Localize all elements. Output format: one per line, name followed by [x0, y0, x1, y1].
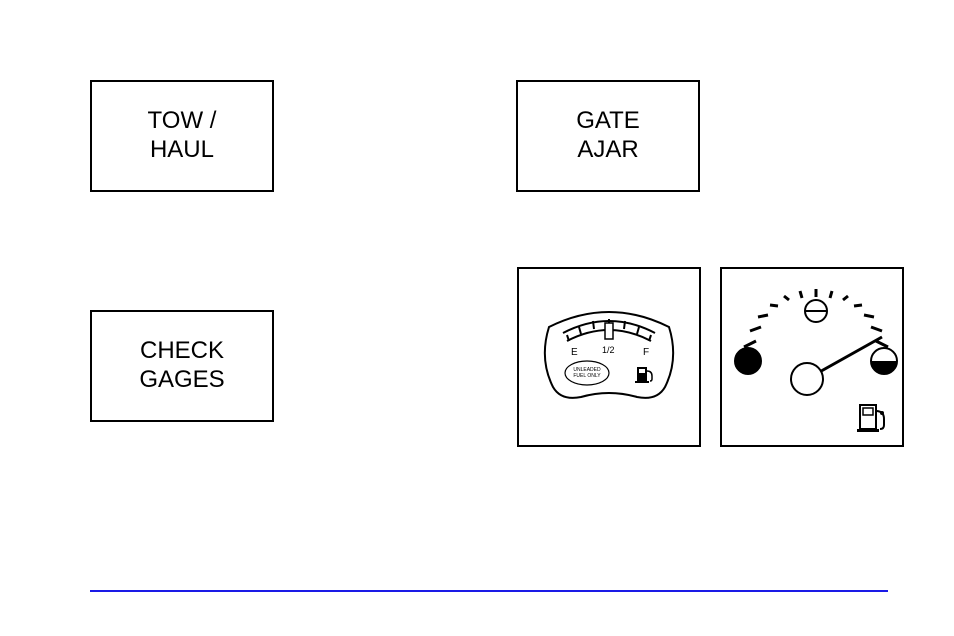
check-gages-line1: CHECK [140, 337, 224, 364]
fuel-half-label: 1/2 [602, 345, 615, 355]
tow-haul-text: TOW / HAUL [148, 107, 217, 165]
gate-ajar-line1: GATE [576, 107, 640, 134]
check-gages-line2: GAGES [139, 366, 224, 393]
empty-marker-icon [735, 348, 761, 374]
check-gages-indicator: CHECK GAGES [90, 310, 274, 422]
half-marker-icon [805, 300, 827, 322]
fuel-text-line2: FUEL ONLY [573, 373, 601, 379]
fuel-gauge-small-svg: E 1/2 F UNLEADED FUEL ONLY [519, 269, 699, 445]
tow-haul-line2: HAUL [150, 136, 214, 163]
check-gages-text: CHECK GAGES [139, 337, 224, 395]
gate-ajar-line2: AJAR [577, 136, 638, 163]
gate-ajar-text: GATE AJAR [576, 107, 640, 165]
tow-haul-indicator: TOW / HAUL [90, 80, 274, 192]
fuel-full-label: F [643, 347, 649, 358]
fuel-empty-label: E [571, 347, 578, 358]
fuel-gauge-small: E 1/2 F UNLEADED FUEL ONLY [517, 267, 701, 447]
full-marker-icon [871, 348, 897, 374]
gate-ajar-indicator: GATE AJAR [516, 80, 700, 192]
fuel-gauge-large [720, 267, 904, 447]
tow-haul-line1: TOW / [148, 107, 217, 134]
fuel-gauge-large-svg [722, 269, 902, 445]
fuel-pump-icon [857, 405, 884, 432]
divider-line [90, 590, 888, 592]
gauge-needle [791, 337, 882, 395]
fuel-pump-icon [635, 367, 652, 383]
